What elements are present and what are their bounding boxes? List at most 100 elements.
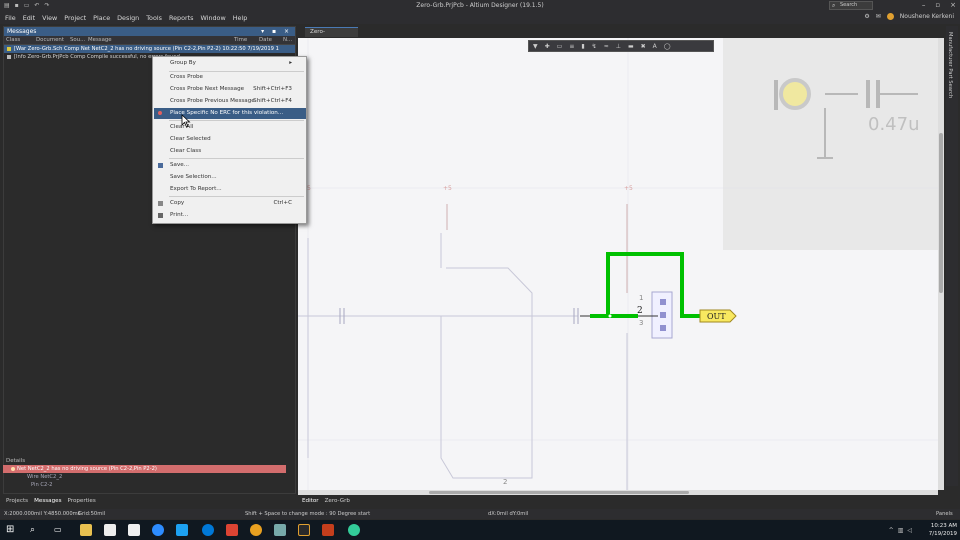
search-input[interactable]: ⌕ Search bbox=[829, 1, 873, 10]
notifications-icon[interactable]: ✉ bbox=[876, 13, 881, 20]
minimize-icon[interactable]: – bbox=[922, 1, 926, 9]
menu-design[interactable]: Design bbox=[117, 14, 139, 22]
copy-icon bbox=[158, 201, 163, 206]
tab-properties[interactable]: Properties bbox=[68, 497, 96, 506]
menu-item-place-no-erc[interactable]: Place Specific No ERC for this violation… bbox=[154, 108, 306, 119]
menu-item-copy[interactable]: Copy Ctrl+C bbox=[154, 198, 306, 209]
clock-date: 7/19/2019 bbox=[928, 531, 957, 537]
message-row[interactable]: [War Zero-Grb.Sch Comp Net NetC2_2 has n… bbox=[4, 45, 295, 53]
details-wire-row[interactable]: Wire NetC2_2 bbox=[3, 473, 296, 481]
menu-item-save-selection[interactable]: Save Selection... bbox=[154, 172, 306, 183]
windows-start-icon[interactable]: ⊞ bbox=[6, 524, 18, 536]
chevron-up-icon[interactable]: ^ bbox=[889, 527, 894, 534]
menu-item-clear-selected[interactable]: Clear Selected bbox=[154, 134, 306, 145]
no-erc-icon bbox=[158, 111, 162, 115]
port-icon[interactable]: ▬ bbox=[628, 43, 634, 50]
menu-item-save[interactable]: Save... bbox=[154, 160, 306, 171]
details-pin-row[interactable]: Pin C2-2 bbox=[3, 481, 296, 489]
menu-view[interactable]: View bbox=[42, 14, 57, 22]
clock-time: 10:23 AM bbox=[930, 523, 957, 529]
menu-item-clear-all[interactable]: Clear All bbox=[154, 122, 306, 133]
horizontal-scroll-thumb[interactable] bbox=[429, 491, 689, 494]
place-part-icon[interactable]: ▮ bbox=[581, 43, 584, 50]
zoom-icon[interactable] bbox=[152, 524, 164, 536]
tab-zero-grb[interactable]: Zero-Grb bbox=[325, 497, 350, 506]
menu-item-group-by[interactable]: Group By ▸ bbox=[154, 58, 306, 69]
gear-icon[interactable]: ⚙ bbox=[864, 13, 869, 20]
menu-item-export-report[interactable]: Export To Report... bbox=[154, 184, 306, 195]
menu-file[interactable]: File bbox=[5, 14, 16, 22]
app-icon[interactable] bbox=[274, 524, 286, 536]
wire-icon[interactable]: ↯ bbox=[592, 43, 597, 50]
net-label-icon[interactable]: ≈ bbox=[604, 43, 609, 50]
menu-edit[interactable]: Edit bbox=[23, 14, 35, 22]
task-view-icon[interactable]: ▭ bbox=[54, 524, 66, 536]
select-icon[interactable]: ▭ bbox=[557, 43, 563, 50]
manufacturer-part-search-tab[interactable]: Manufacturer Part Search bbox=[947, 32, 953, 98]
powerpoint-icon[interactable] bbox=[322, 524, 334, 536]
document-tab[interactable]: Zero-Grb.SchDoc bbox=[305, 27, 358, 44]
angular-icon[interactable] bbox=[226, 524, 238, 536]
align-icon[interactable]: ≡ bbox=[569, 43, 574, 50]
avatar[interactable] bbox=[886, 13, 894, 20]
directive-icon[interactable]: ✖ bbox=[641, 43, 646, 50]
store-icon[interactable] bbox=[104, 524, 116, 536]
altium-icon[interactable] bbox=[298, 524, 310, 536]
app-icon[interactable] bbox=[348, 524, 360, 536]
vertical-scroll-thumb[interactable] bbox=[939, 133, 943, 293]
editor-tabs: Editor Zero-Grb bbox=[298, 497, 498, 506]
menu-item-print[interactable]: Print... bbox=[154, 210, 306, 221]
tab-messages[interactable]: Messages bbox=[34, 497, 61, 506]
filter-icon[interactable]: ▼ bbox=[533, 43, 538, 50]
menu-window[interactable]: Window bbox=[200, 14, 225, 22]
vertical-scrollbar[interactable] bbox=[938, 38, 944, 490]
menu-item-clear-class[interactable]: Clear Class bbox=[154, 146, 306, 157]
horizontal-scrollbar[interactable] bbox=[298, 490, 938, 495]
col-time[interactable]: Time bbox=[232, 36, 257, 44]
menu-item-label: Save... bbox=[170, 162, 190, 168]
tab-editor[interactable]: Editor bbox=[302, 497, 319, 506]
col-message[interactable]: Message bbox=[86, 36, 232, 44]
col-source[interactable]: Sou... bbox=[68, 36, 86, 44]
menu-item-cross-probe[interactable]: Cross Probe bbox=[154, 72, 306, 83]
shape-icon[interactable]: ◯ bbox=[664, 43, 671, 50]
network-icon[interactable]: ▥ bbox=[898, 527, 904, 534]
menu-project[interactable]: Project bbox=[64, 14, 86, 22]
move-icon[interactable]: ✚ bbox=[545, 43, 550, 50]
details-section: Details Net NetC2_2 has no driving sourc… bbox=[3, 457, 296, 495]
col-document[interactable]: Document bbox=[34, 36, 68, 44]
col-number[interactable]: N... bbox=[281, 36, 293, 44]
clock[interactable]: 10:23 AM 7/19/2019 bbox=[929, 522, 957, 538]
search-icon[interactable]: ⌕ bbox=[30, 524, 42, 536]
app-icon[interactable] bbox=[176, 524, 188, 536]
user-name[interactable]: Noushene Kerkeni bbox=[900, 13, 954, 20]
close-icon[interactable]: × bbox=[950, 1, 956, 9]
col-class[interactable]: Class bbox=[4, 36, 34, 44]
chrome-icon[interactable] bbox=[250, 524, 262, 536]
volume-icon[interactable]: ◁ bbox=[907, 527, 912, 534]
power-port-icon[interactable]: ⊥ bbox=[616, 43, 621, 50]
edge-icon[interactable] bbox=[202, 524, 214, 536]
details-row-text: Pin C2-2 bbox=[31, 482, 53, 488]
menu-help[interactable]: Help bbox=[233, 14, 248, 22]
panel-controls[interactable]: ▾ ▪ × bbox=[261, 27, 292, 36]
menu-reports[interactable]: Reports bbox=[169, 14, 194, 22]
panels-button[interactable]: Panels bbox=[936, 509, 953, 519]
restore-icon[interactable]: ▫ bbox=[935, 1, 940, 9]
menu-item-cross-probe-next[interactable]: Cross Probe Next Message Shift+Ctrl+F3 bbox=[154, 84, 306, 95]
menu-item-label: Print... bbox=[170, 212, 189, 218]
connector-pin bbox=[660, 312, 666, 318]
menu-item-cross-probe-previous[interactable]: Cross Probe Previous Message Shift+Ctrl+F… bbox=[154, 96, 306, 107]
tab-projects[interactable]: Projects bbox=[6, 497, 28, 506]
menu-item-label: Copy bbox=[170, 200, 185, 206]
highlighted-net-wire[interactable] bbox=[590, 252, 700, 318]
file-explorer-icon[interactable] bbox=[80, 524, 92, 536]
text-icon[interactable]: A bbox=[653, 43, 657, 50]
menu-item-label: Cross Probe Previous Message bbox=[170, 98, 255, 104]
details-error-row[interactable]: Net NetC2_2 has no driving source (Pin C… bbox=[3, 465, 286, 473]
mail-icon[interactable] bbox=[128, 524, 140, 536]
schematic-canvas[interactable]: +5 +5 +5 0.47u 1 3 2 OUT 2 ▼ bbox=[298, 38, 938, 490]
menu-place[interactable]: Place bbox=[93, 14, 110, 22]
menu-tools[interactable]: Tools bbox=[146, 14, 162, 22]
col-date[interactable]: Date bbox=[257, 36, 281, 44]
